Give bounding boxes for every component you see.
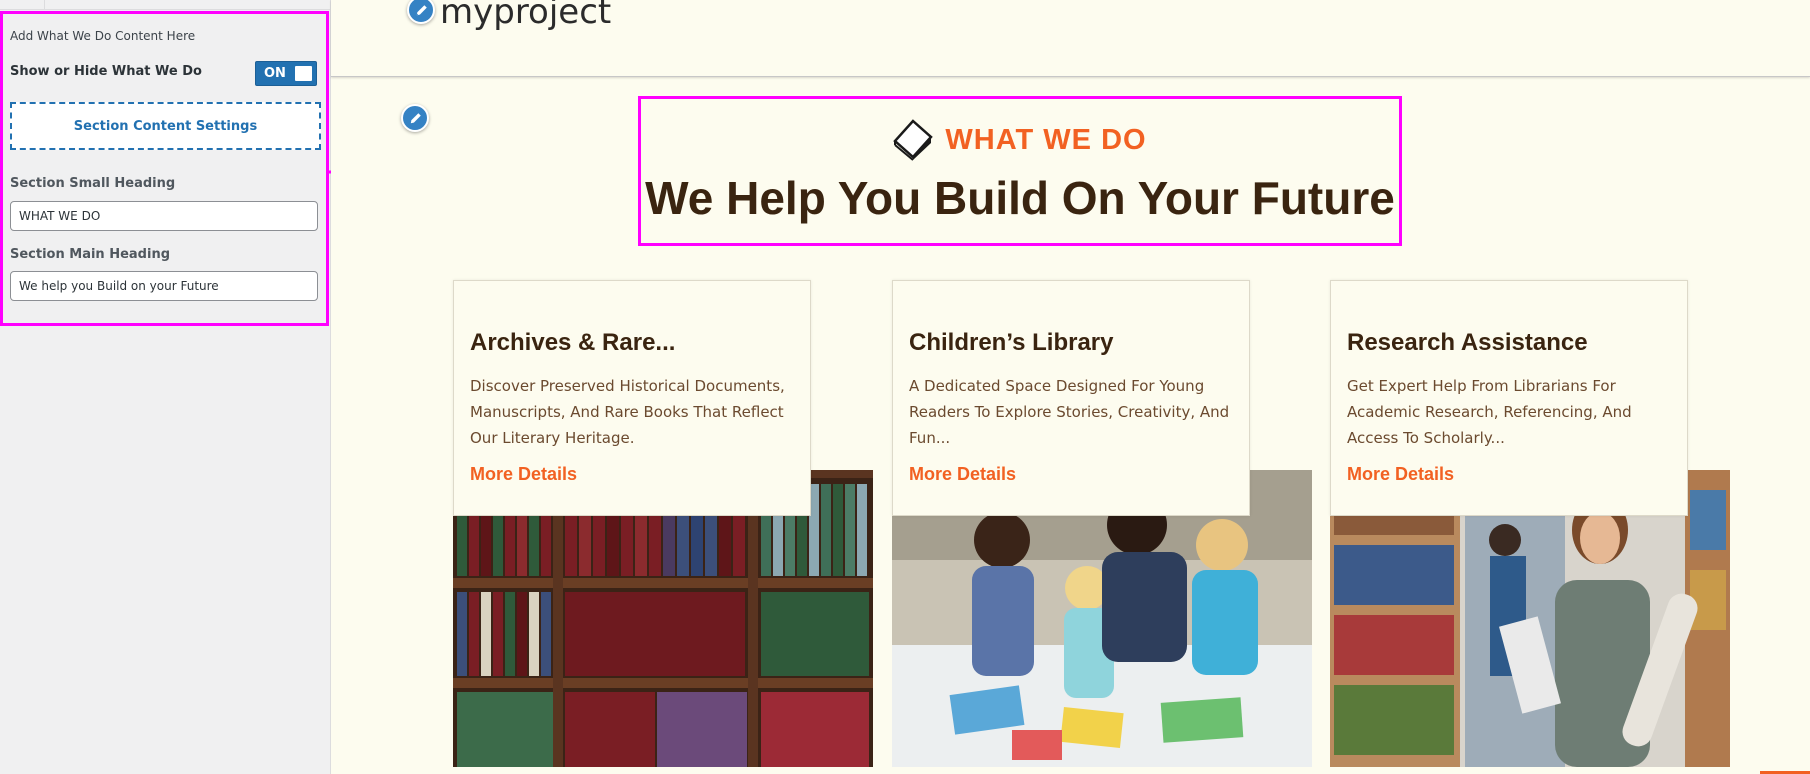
main-heading-label: Section Main Heading	[10, 247, 171, 262]
show-hide-toggle[interactable]: ON	[255, 61, 317, 86]
panel-description: Add What We Do Content Here	[10, 29, 196, 43]
card-title: Archives & Rare...	[470, 329, 676, 356]
book-icon	[893, 119, 934, 161]
card-title: Research Assistance	[1347, 329, 1588, 356]
site-title[interactable]: myproject	[440, 0, 611, 32]
card-content-box: Research Assistance Get Expert Help From…	[1330, 280, 1688, 516]
service-card: Research Assistance Get Expert Help From…	[1330, 280, 1750, 767]
card-description: Discover Preserved Historical Documents,…	[470, 377, 785, 447]
show-hide-label: Show or Hide What We Do	[10, 64, 202, 79]
card-description: A Dedicated Space Designed For Young Rea…	[909, 377, 1230, 447]
section-main-heading: We Help You Build On Your Future	[645, 172, 1395, 224]
card-title: Children’s Library	[909, 329, 1114, 356]
sidebar-top-bar	[0, 0, 331, 10]
card-content-box: Children’s Library A Dedicated Space Des…	[892, 280, 1250, 516]
edit-site-title-button[interactable]	[407, 0, 435, 24]
site-header: myproject	[331, 0, 1810, 77]
pencil-icon	[416, 4, 427, 15]
more-details-link[interactable]: More Details	[470, 464, 577, 485]
site-preview: myproject WHAT WE DO We Help You Build O…	[331, 0, 1810, 774]
more-details-link[interactable]: More Details	[909, 464, 1016, 485]
section-heading-highlight: WHAT WE DO We Help You Build On Your Fut…	[638, 96, 1402, 246]
small-heading-row: WHAT WE DO	[641, 119, 1399, 161]
service-card: Children’s Library A Dedicated Space Des…	[892, 280, 1312, 767]
more-details-link[interactable]: More Details	[1347, 464, 1454, 485]
toggle-state-label: ON	[264, 66, 286, 81]
section-small-heading: WHAT WE DO	[945, 123, 1147, 156]
small-heading-label: Section Small Heading	[10, 176, 176, 191]
edit-section-button[interactable]	[401, 104, 429, 132]
small-heading-input[interactable]	[10, 201, 318, 231]
customizer-sidebar: Add What We Do Content Here Show or Hide…	[0, 0, 331, 774]
divider	[44, 0, 45, 10]
section-content-settings-button[interactable]: Section Content Settings	[10, 102, 321, 150]
toggle-knob	[295, 66, 312, 81]
service-card: Archives & Rare... Discover Preserved Hi…	[453, 280, 873, 767]
pencil-icon	[410, 112, 421, 123]
card-description: Get Expert Help From Librarians For Acad…	[1347, 377, 1632, 447]
main-heading-input[interactable]	[10, 271, 318, 301]
card-content-box: Archives & Rare... Discover Preserved Hi…	[453, 280, 811, 516]
